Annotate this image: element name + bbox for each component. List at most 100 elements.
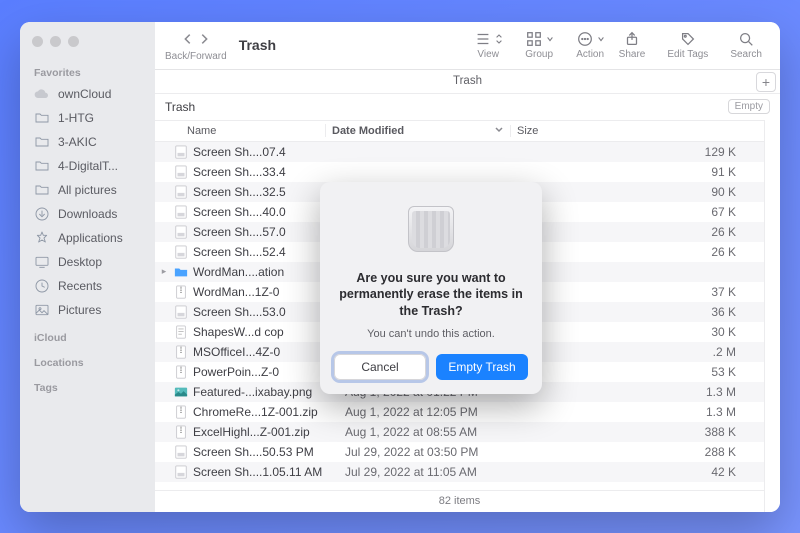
file-icon — [173, 284, 189, 300]
file-icon — [173, 424, 189, 440]
file-icon — [173, 364, 189, 380]
file-icon — [173, 164, 189, 180]
file-size: 36 K — [524, 305, 764, 319]
file-icon — [173, 244, 189, 260]
apps-icon — [34, 230, 50, 246]
search-button[interactable]: Search — [730, 30, 762, 60]
folder-icon — [34, 110, 50, 126]
file-icon — [173, 324, 189, 340]
sidebar-item-label: 1-HTG — [58, 111, 94, 125]
file-name: MSOfficeI...4Z-0 — [193, 345, 339, 359]
file-size: 42 K — [524, 465, 764, 479]
sidebar-item-applications[interactable]: Applications — [20, 226, 155, 250]
sidebar-item-1-htg[interactable]: 1-HTG — [20, 106, 155, 130]
item-count: 82 items — [439, 495, 481, 507]
empty-trash-pill[interactable]: Empty — [728, 99, 770, 114]
folder-icon — [34, 134, 50, 150]
column-name[interactable]: Name — [155, 125, 325, 137]
group-menu[interactable]: Group — [525, 30, 554, 60]
file-name: ExcelHighl...Z-001.zip — [193, 425, 339, 439]
file-name: Screen Sh....40.0 — [193, 205, 339, 219]
table-row[interactable]: Screen Sh....50.53 PMJul 29, 2022 at 03:… — [155, 442, 764, 462]
back-forward-group: Back/Forward — [165, 28, 227, 62]
sidebar-item-label: ownCloud — [58, 87, 111, 101]
sidebar-item-recents[interactable]: Recents — [20, 274, 155, 298]
sidebar-section-favorites: Favorites — [20, 57, 155, 82]
download-icon — [34, 206, 50, 222]
status-bar: 82 items — [155, 490, 764, 512]
file-date: Aug 1, 2022 at 12:05 PM — [339, 405, 524, 419]
table-row[interactable]: ChromeRe...1Z-001.zipAug 1, 2022 at 12:0… — [155, 402, 764, 422]
file-name: Featured-...ixabay.png — [193, 385, 339, 399]
file-name: Screen Sh....33.4 — [193, 165, 339, 179]
forward-button[interactable] — [197, 32, 211, 46]
file-icon — [173, 344, 189, 360]
column-size[interactable]: Size — [510, 125, 764, 137]
pictures-icon — [34, 302, 50, 318]
file-name: WordMan...1Z-0 — [193, 285, 339, 299]
file-size: 1.3 M — [524, 385, 764, 399]
table-row[interactable]: Screen Sh....07.4 129 K — [155, 142, 764, 162]
file-size: 26 K — [524, 245, 764, 259]
cancel-button[interactable]: Cancel — [334, 354, 426, 380]
window-title: Trash — [239, 37, 276, 53]
preview-gutter — [764, 120, 780, 512]
sidebar-item-label: Pictures — [58, 303, 101, 317]
add-tab-button[interactable]: + — [756, 72, 776, 92]
view-switch[interactable]: View — [474, 30, 503, 60]
file-size: 53 K — [524, 365, 764, 379]
action-menu[interactable]: Action — [576, 30, 605, 60]
sidebar-item-label: Downloads — [58, 207, 117, 221]
file-name: Screen Sh....50.53 PM — [193, 445, 339, 459]
file-icon — [173, 444, 189, 460]
sidebar-item-desktop[interactable]: Desktop — [20, 250, 155, 274]
file-name: Screen Sh....57.0 — [193, 225, 339, 239]
file-size: 129 K — [524, 145, 764, 159]
dialog-heading: Are you sure you want to permanently era… — [334, 270, 528, 321]
file-name: Screen Sh....52.4 — [193, 245, 339, 259]
sidebar-item-3-akic[interactable]: 3-AKIC — [20, 130, 155, 154]
table-row[interactable]: Screen Sh....1.05.11 AMJul 29, 2022 at 1… — [155, 462, 764, 482]
sort-indicator-icon — [494, 124, 504, 137]
sidebar-item-downloads[interactable]: Downloads — [20, 202, 155, 226]
file-size: 91 K — [524, 165, 764, 179]
file-name: WordMan....ation — [193, 265, 339, 279]
sidebar-item-label: Desktop — [58, 255, 102, 269]
path-location[interactable]: Trash — [453, 75, 482, 87]
file-icon — [173, 224, 189, 240]
empty-trash-button[interactable]: Empty Trash — [436, 354, 528, 380]
sidebar-section-tags: Tags — [20, 372, 155, 397]
desktop-icon — [34, 254, 50, 270]
file-size: 388 K — [524, 425, 764, 439]
trash-icon — [401, 206, 461, 262]
table-row[interactable]: ExcelHighl...Z-001.zipAug 1, 2022 at 08:… — [155, 422, 764, 442]
back-button[interactable] — [181, 32, 195, 46]
file-size: 90 K — [524, 185, 764, 199]
share-button[interactable]: Share — [619, 30, 646, 60]
column-date-modified[interactable]: Date Modified — [325, 124, 510, 137]
back-forward-label: Back/Forward — [165, 51, 227, 62]
table-row[interactable]: Screen Sh....33.4 91 K — [155, 162, 764, 182]
zoom-traffic-light[interactable] — [68, 36, 79, 47]
file-icon — [173, 264, 189, 280]
file-size: 37 K — [524, 285, 764, 299]
file-icon — [173, 144, 189, 160]
sidebar-item-pictures[interactable]: Pictures — [20, 298, 155, 322]
file-name: Screen Sh....07.4 — [193, 145, 339, 159]
file-icon — [173, 384, 189, 400]
file-name: Screen Sh....53.0 — [193, 305, 339, 319]
disclosure-triangle-icon[interactable]: ▸ — [155, 266, 173, 277]
file-icon — [173, 184, 189, 200]
folder-icon — [34, 158, 50, 174]
sidebar-item-all-pictures[interactable]: All pictures — [20, 178, 155, 202]
close-traffic-light[interactable] — [32, 36, 43, 47]
finder-window: Favorites ownCloud 1-HTG 3-AKIC4-DigitalT.… — [20, 22, 780, 512]
edit-tags-button[interactable]: Edit Tags — [667, 30, 708, 60]
minimize-traffic-light[interactable] — [50, 36, 61, 47]
sidebar-item-label: Applications — [58, 231, 123, 245]
file-date: Jul 29, 2022 at 03:50 PM — [339, 445, 524, 459]
file-name: ShapesW...d cop — [193, 325, 339, 339]
file-size: 288 K — [524, 445, 764, 459]
sidebar-item-owncloud[interactable]: ownCloud — [20, 82, 155, 106]
sidebar-item-4-digitalt-[interactable]: 4-DigitalT... — [20, 154, 155, 178]
